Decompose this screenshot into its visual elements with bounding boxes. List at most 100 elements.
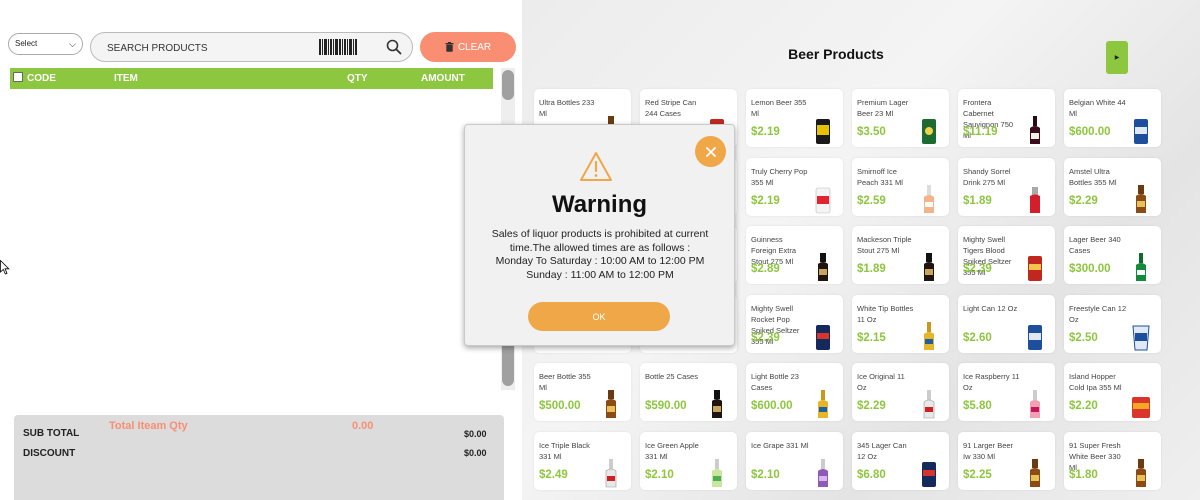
- product-card[interactable]: White Tip Bottles 11 Oz $2.15: [852, 294, 949, 353]
- category-select-value: Select: [15, 39, 38, 48]
- product-name: Ice Green Apple 331 Ml: [645, 440, 699, 461]
- product-card[interactable]: Belgian White 44 Ml $600.00: [1064, 89, 1161, 147]
- product-card[interactable]: Mighty Swell Tigers Blood Spiked Seltzer…: [958, 226, 1055, 284]
- product-image: [1127, 115, 1155, 145]
- product-image: [1021, 321, 1049, 351]
- product-card[interactable]: Ice Raspberry 11 Oz $5.80: [958, 363, 1055, 421]
- category-select[interactable]: Select ⌵: [8, 33, 83, 55]
- product-name: 91 Larger Beer Iw 330 Ml: [963, 440, 1014, 461]
- product-card[interactable]: 91 Larger Beer Iw 330 Ml $2.25: [958, 431, 1055, 490]
- product-price: $2.20: [1069, 400, 1098, 412]
- product-image: [1127, 321, 1155, 351]
- product-image: [1021, 252, 1049, 282]
- ok-button[interactable]: OK: [528, 302, 670, 331]
- product-name: Ultra Bottles 233 Ml: [539, 98, 595, 118]
- product-image: [597, 458, 625, 488]
- cart-panel: Select ⌵ CLEAR CODE ITEM QTY AMOUNT: [0, 0, 522, 500]
- product-name: Freestyle Can 12 Oz: [1069, 303, 1127, 324]
- ok-button-label: OK: [592, 311, 606, 322]
- product-card[interactable]: Bottle 25 Cases $590.00: [640, 363, 737, 421]
- product-price: $2.10: [645, 468, 674, 481]
- product-price: $300.00: [1069, 263, 1111, 275]
- product-card[interactable]: Beer Bottle 355 Ml $500.00: [534, 363, 631, 421]
- product-name: Lemon Beer 355 Ml: [751, 98, 807, 118]
- total-qty-value: 0.00: [352, 420, 374, 432]
- column-amount: AMOUNT: [421, 73, 465, 84]
- product-card[interactable]: Lemon Beer 355 Ml $2.19: [746, 89, 843, 147]
- product-name: Island Hopper Cold Ipa 355 Ml: [1069, 372, 1122, 392]
- product-price: $2.39: [963, 263, 992, 275]
- product-card[interactable]: Freestyle Can 12 Oz $2.50: [1064, 294, 1161, 353]
- product-price: $2.89: [751, 263, 780, 275]
- product-price: $2.19: [751, 194, 780, 207]
- product-image: [1127, 389, 1155, 419]
- product-card[interactable]: Ice Original 11 Oz $2.29: [852, 363, 949, 421]
- product-card[interactable]: 345 Lager Can 12 Oz $6.80: [852, 431, 949, 490]
- product-price: $2.59: [857, 194, 886, 207]
- next-page-button[interactable]: ▶: [1106, 41, 1128, 74]
- close-button[interactable]: [695, 136, 726, 167]
- product-name: 345 Lager Can 12 Oz: [857, 440, 907, 461]
- product-name: Red Stripe Can 244 Cases: [645, 98, 697, 118]
- product-image: [703, 458, 731, 488]
- product-card[interactable]: Mackeson Triple Stout 275 Ml $1.89: [852, 226, 949, 284]
- cart-table-header: CODE ITEM QTY AMOUNT: [10, 68, 493, 89]
- dialog-title: Warning: [551, 191, 648, 218]
- warning-icon: [580, 152, 612, 181]
- search-bar[interactable]: [90, 32, 413, 62]
- product-image: [915, 389, 943, 419]
- product-card[interactable]: Frontera Cabernet Sauvignon 750 Ml $11.19: [958, 89, 1055, 147]
- product-card[interactable]: Light Bottle 23 Cases $600.00: [746, 363, 843, 421]
- search-input[interactable]: [107, 40, 307, 56]
- product-card[interactable]: Ice Triple Black 331 Ml $2.49: [534, 431, 631, 490]
- scrollbar-thumb[interactable]: [502, 70, 514, 100]
- product-price: $2.25: [963, 468, 992, 481]
- product-name: Shandy Sorrel Drink 275 Ml: [963, 166, 1011, 187]
- product-card[interactable]: Smirnoff Ice Peach 331 Ml $2.59: [852, 157, 949, 216]
- product-name: White Tip Bottles 11 Oz: [857, 303, 914, 324]
- column-qty: QTY: [347, 73, 368, 84]
- product-card[interactable]: Island Hopper Cold Ipa 355 Ml $2.20: [1064, 363, 1161, 421]
- clear-button[interactable]: CLEAR: [420, 32, 516, 62]
- product-image: [809, 321, 837, 351]
- product-card[interactable]: Truly Cherry Pop 355 Ml $2.19: [746, 157, 843, 216]
- product-image: [809, 458, 837, 488]
- column-code: CODE: [27, 73, 56, 84]
- product-image: [915, 458, 943, 488]
- discount-value: $0.00: [464, 448, 487, 458]
- product-price: $1.80: [1069, 468, 1098, 481]
- product-card[interactable]: Guinness Foreign Extra Stout 275 Ml $2.89: [746, 226, 843, 284]
- product-card[interactable]: Ice Green Apple 331 Ml $2.10: [640, 431, 737, 490]
- product-card[interactable]: Premium Lager Beer 23 Ml $3.50: [852, 89, 949, 147]
- totals-panel: Total Iteam Qty 0.00 SUB TOTAL $0.00 DIS…: [14, 415, 504, 500]
- search-icon[interactable]: [385, 38, 403, 56]
- close-icon: [705, 146, 716, 157]
- select-all-checkbox[interactable]: [13, 72, 23, 82]
- product-price: $2.39: [751, 331, 780, 344]
- message-line: Sales of liquor products is prohibited a…: [491, 228, 709, 240]
- barcode-icon[interactable]: [319, 39, 357, 55]
- panel-title: Beer Products: [788, 46, 884, 62]
- chevron-down-icon: ⌵: [69, 39, 76, 49]
- product-card[interactable]: Shandy Sorrel Drink 275 Ml $1.89: [958, 157, 1055, 216]
- product-price: $500.00: [539, 400, 581, 412]
- message-line: Sunday : 11:00 AM to 12:00 PM: [526, 268, 674, 281]
- product-name: Light Can 12 Oz: [963, 303, 1018, 313]
- product-image: [1021, 115, 1049, 145]
- product-price: $2.29: [1069, 194, 1098, 207]
- mouse-cursor-icon: [0, 260, 10, 275]
- product-price: $11.19: [963, 126, 998, 138]
- product-image: [703, 389, 731, 419]
- product-card[interactable]: Mighty Swell Rocket Pop Spiked Seltzer 3…: [746, 294, 843, 353]
- product-image: [915, 321, 943, 351]
- product-price: $6.80: [857, 468, 886, 481]
- product-card[interactable]: 91 Super Fresh White Beer 330 Ml $1.80: [1064, 431, 1161, 490]
- product-name: Premium Lager Beer 23 Ml: [857, 98, 909, 118]
- product-card[interactable]: Amstel Ultra Bottles 355 Ml $2.29: [1064, 157, 1161, 216]
- product-image: [915, 184, 943, 214]
- product-name: Beer Bottle 355 Ml: [539, 372, 591, 392]
- product-card[interactable]: Lager Beer 340 Cases $300.00: [1064, 226, 1161, 284]
- product-card[interactable]: Ice Grape 331 Ml $2.10: [746, 431, 843, 490]
- product-card[interactable]: Light Can 12 Oz $2.60: [958, 294, 1055, 353]
- product-image: [809, 389, 837, 419]
